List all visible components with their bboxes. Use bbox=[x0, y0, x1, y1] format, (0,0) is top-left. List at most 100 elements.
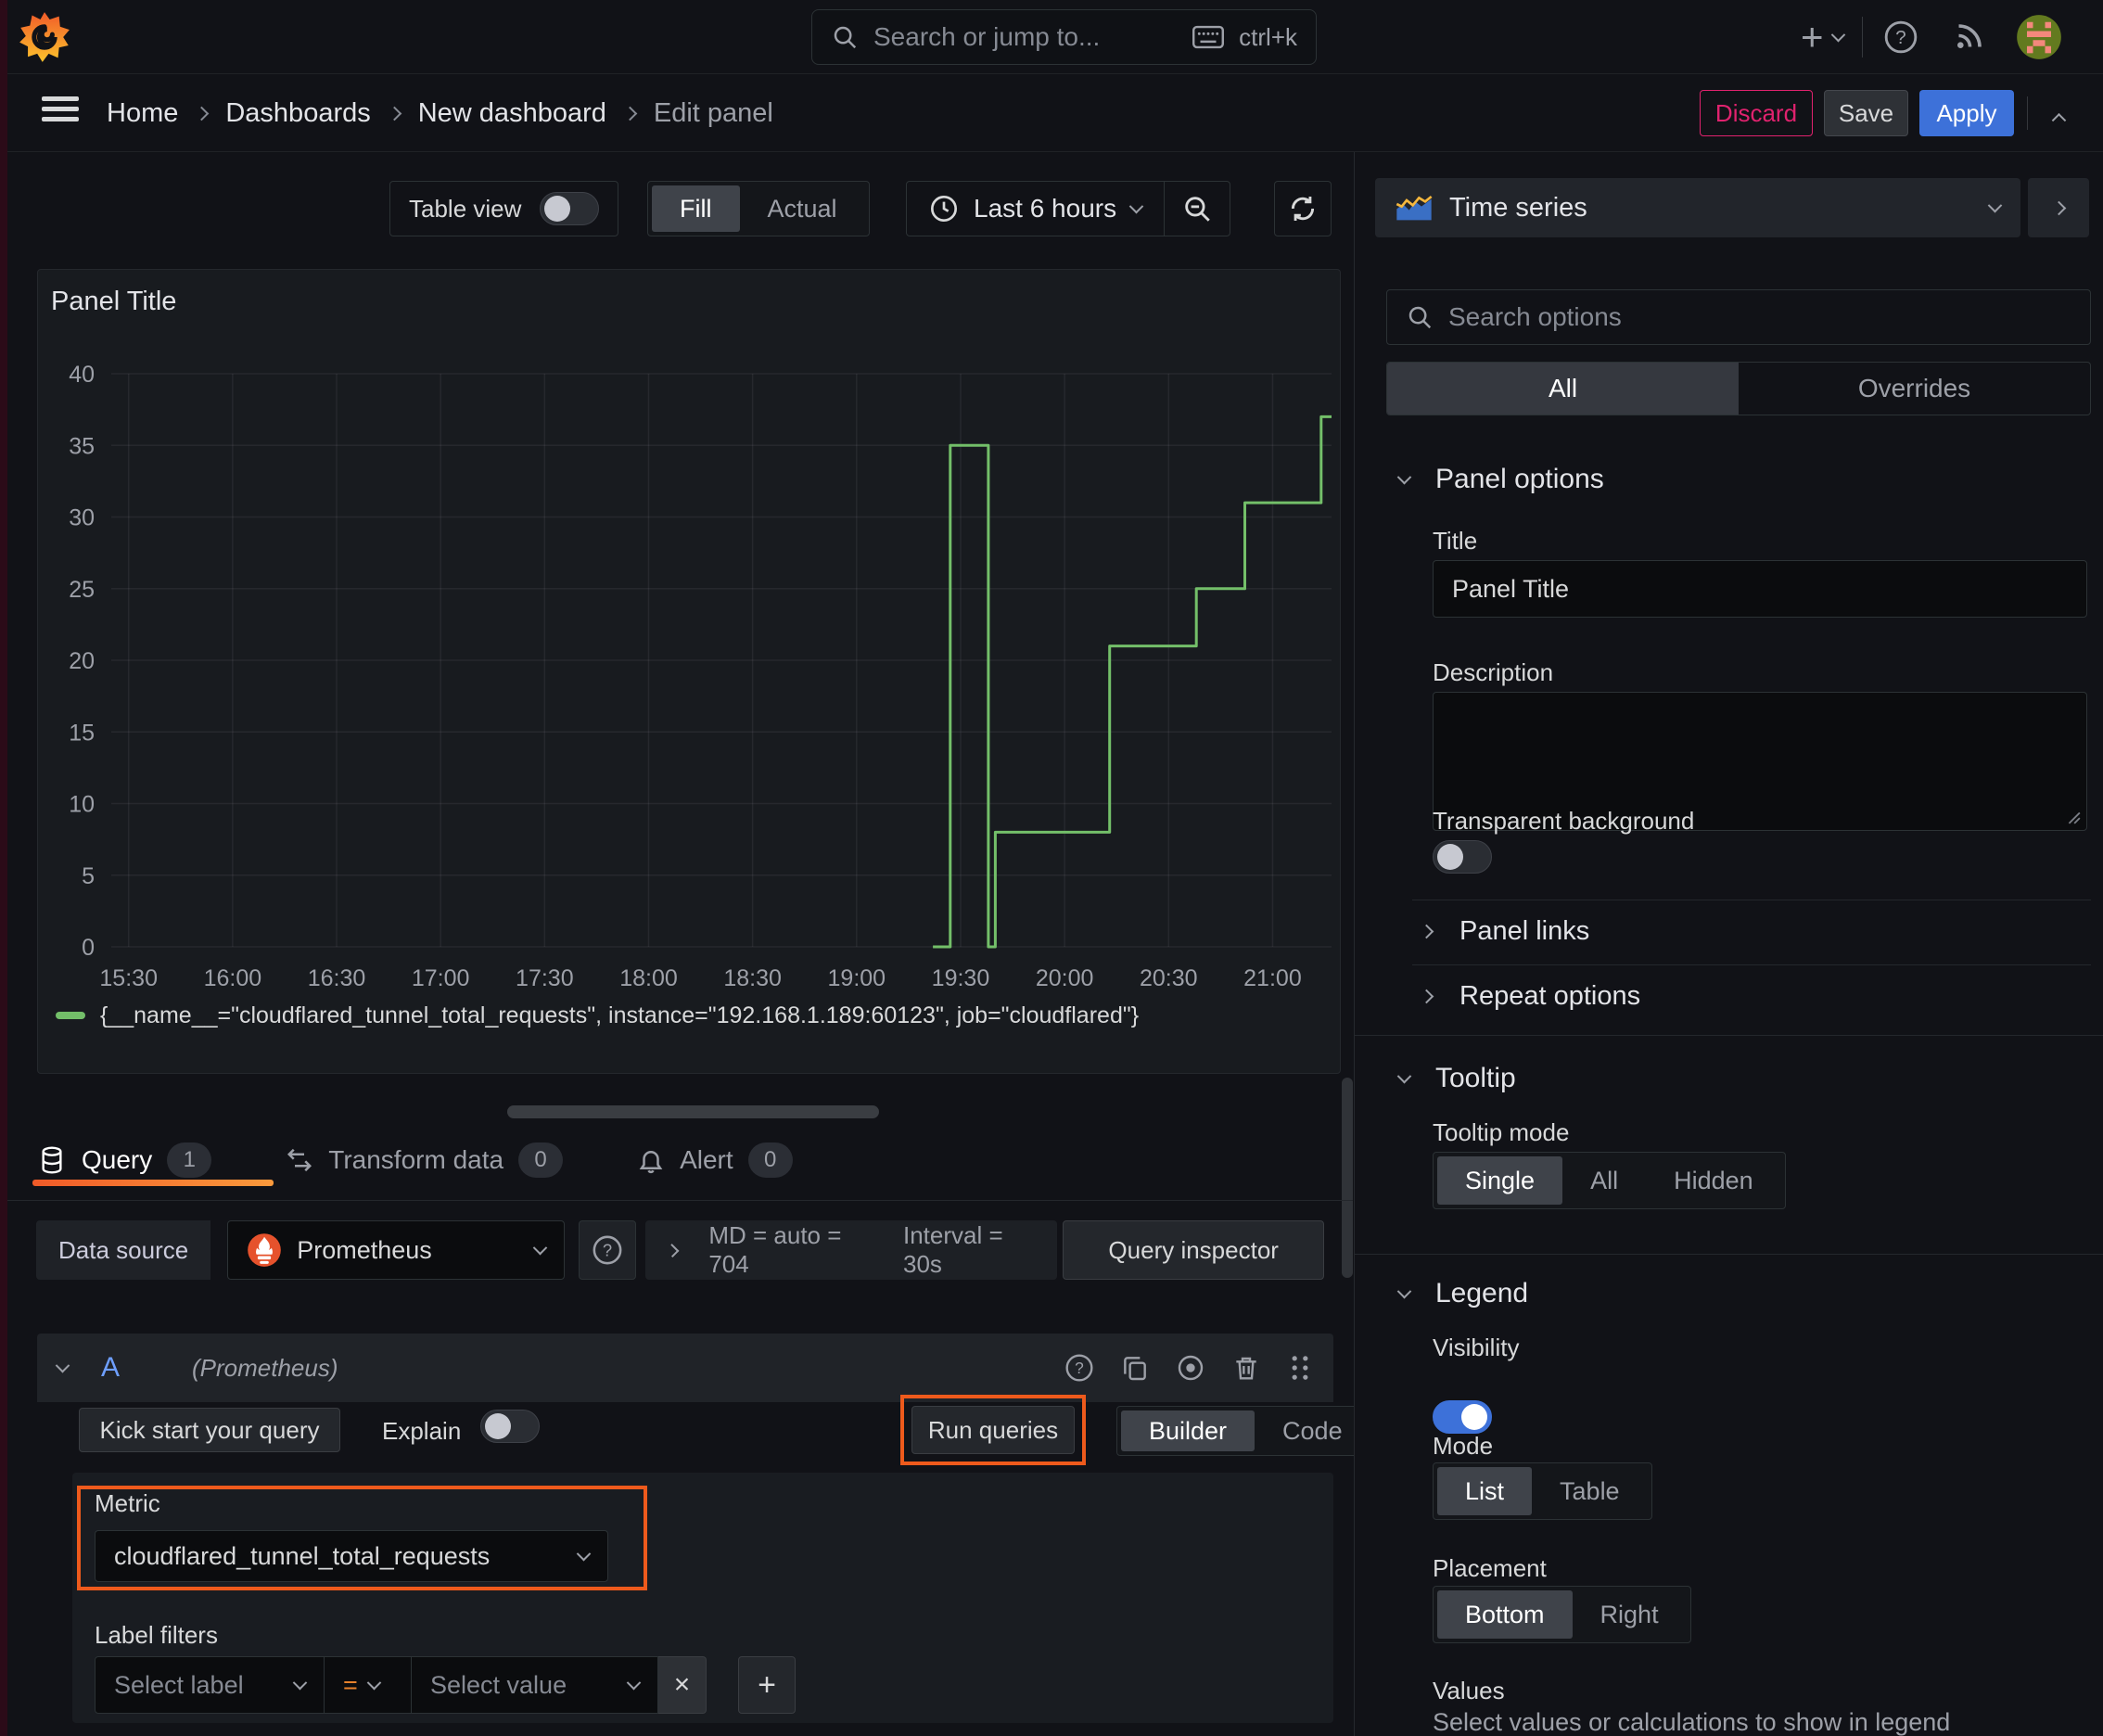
user-avatar[interactable] bbox=[2006, 13, 2072, 61]
tab-transform[interactable]: Transform data 0 bbox=[249, 1142, 600, 1178]
tooltip-hidden-option[interactable]: Hidden bbox=[1646, 1156, 1781, 1205]
alert-count-badge: 0 bbox=[747, 1142, 793, 1178]
actual-option[interactable]: Actual bbox=[740, 185, 865, 232]
legend-visibility-toggle[interactable] bbox=[1433, 1400, 1492, 1434]
legend-list-option[interactable]: List bbox=[1437, 1467, 1533, 1515]
breadcrumb-new-dashboard[interactable]: New dashboard bbox=[418, 98, 606, 129]
refresh-button[interactable] bbox=[1274, 181, 1332, 236]
query-datasource-name: (Prometheus) bbox=[192, 1353, 338, 1382]
placement-bottom-option[interactable]: Bottom bbox=[1437, 1590, 1573, 1639]
zoom-out-button[interactable] bbox=[1165, 182, 1230, 236]
time-range-picker[interactable]: Last 6 hours bbox=[907, 182, 1164, 236]
delete-query-trash-icon[interactable] bbox=[1231, 1353, 1261, 1383]
legend-mode-switch: List Table bbox=[1433, 1462, 1652, 1520]
save-button[interactable]: Save bbox=[1824, 90, 1908, 136]
metric-picker[interactable]: cloudflared_tunnel_total_requests bbox=[95, 1530, 608, 1582]
datasource-picker[interactable]: Prometheus bbox=[227, 1220, 566, 1280]
scrollbar-thumb[interactable] bbox=[1342, 1078, 1353, 1278]
query-count-badge: 1 bbox=[167, 1142, 212, 1178]
panel-title-input[interactable] bbox=[1433, 560, 2087, 618]
fill-option[interactable]: Fill bbox=[652, 185, 740, 232]
chevron-up-icon[interactable] bbox=[2051, 112, 2067, 128]
query-ref-id[interactable]: A bbox=[101, 1352, 120, 1384]
legend-table-option[interactable]: Table bbox=[1532, 1467, 1648, 1515]
tooltip-all-option[interactable]: All bbox=[1562, 1156, 1646, 1205]
apply-button[interactable]: Apply bbox=[1919, 90, 2014, 136]
run-queries-button[interactable]: Run queries bbox=[911, 1406, 1075, 1454]
zoom-out-icon bbox=[1185, 197, 1210, 222]
query-inspector-button[interactable]: Query inspector bbox=[1063, 1220, 1325, 1280]
drag-handle-icon[interactable] bbox=[1287, 1353, 1313, 1383]
select-value-dropdown[interactable]: Select value bbox=[412, 1656, 658, 1714]
rss-icon bbox=[1956, 24, 1982, 48]
query-options-collapse[interactable]: MD = auto = 704 Interval = 30s bbox=[645, 1220, 1058, 1280]
code-option[interactable]: Code bbox=[1255, 1410, 1370, 1451]
search-options-box[interactable]: Search options bbox=[1386, 289, 2091, 345]
discard-button[interactable]: Discard bbox=[1700, 90, 1813, 136]
datasource-help-button[interactable]: ? bbox=[579, 1220, 637, 1280]
legend-header[interactable]: Legend bbox=[1396, 1278, 1528, 1309]
collapse-query-icon[interactable] bbox=[55, 1358, 70, 1372]
panel-preview: Panel Title 0 5 10 15 20 25 30 35 40 15:30 16:00 16… bbox=[37, 269, 1341, 1074]
panel-title-field[interactable] bbox=[1433, 560, 2087, 618]
remove-filter-button[interactable]: × bbox=[658, 1656, 707, 1714]
transparent-bg-toggle[interactable] bbox=[1433, 840, 1492, 874]
panel-links-section[interactable]: Panel links bbox=[1419, 916, 1590, 947]
timeseries-chart[interactable]: 0 5 10 15 20 25 30 35 40 15:30 16:00 16:30 17:00 17:3… bbox=[38, 270, 1340, 1073]
metric-label: Metric bbox=[95, 1489, 160, 1517]
chevron-right-icon bbox=[665, 1243, 680, 1257]
transparent-bg-label: Transparent background bbox=[1433, 807, 1695, 835]
visualization-name: Time series bbox=[1449, 192, 1587, 223]
breadcrumb-dashboards[interactable]: Dashboards bbox=[225, 98, 370, 129]
tooltip-single-option[interactable]: Single bbox=[1437, 1156, 1563, 1205]
search-options-placeholder: Search options bbox=[1448, 302, 1622, 331]
grafana-logo[interactable] bbox=[19, 11, 70, 63]
add-filter-button[interactable]: + bbox=[738, 1656, 796, 1714]
breadcrumb-home[interactable]: Home bbox=[107, 98, 178, 129]
help-button[interactable]: ? bbox=[1870, 19, 1931, 55]
resize-handle-icon[interactable] bbox=[2066, 810, 2081, 824]
query-options-stats: MD = auto = 704 bbox=[708, 1221, 842, 1278]
table-view-toggle[interactable] bbox=[540, 192, 600, 225]
tab-query[interactable]: Query 1 bbox=[37, 1142, 249, 1178]
tab-alert[interactable]: Alert 0 bbox=[600, 1142, 830, 1178]
query-help-icon[interactable]: ? bbox=[1064, 1353, 1094, 1383]
repeat-options-section[interactable]: Repeat options bbox=[1419, 981, 1640, 1012]
global-search[interactable]: Search or jump to... ctrl+k bbox=[811, 9, 1317, 65]
datasource-label: Data source bbox=[36, 1220, 211, 1280]
section-divider bbox=[1355, 1254, 2103, 1255]
tooltip-header[interactable]: Tooltip bbox=[1396, 1063, 1516, 1094]
legend-mode-label: Mode bbox=[1433, 1432, 1494, 1460]
refresh-icon bbox=[1291, 196, 1315, 222]
divider bbox=[0, 1200, 1353, 1201]
select-label-dropdown[interactable]: Select label bbox=[95, 1656, 325, 1714]
builder-option[interactable]: Builder bbox=[1121, 1410, 1255, 1451]
fill-actual-switch: Fill Actual bbox=[647, 181, 870, 236]
chart-legend[interactable]: {__name__="cloudflared_tunnel_total_requ… bbox=[56, 999, 1139, 1032]
svg-text:19:30: 19:30 bbox=[932, 965, 990, 991]
visualization-picker[interactable]: Time series bbox=[1375, 178, 2020, 237]
menu-icon[interactable] bbox=[42, 91, 79, 127]
search-icon bbox=[834, 26, 857, 49]
placement-right-option[interactable]: Right bbox=[1573, 1590, 1687, 1639]
time-controls: Last 6 hours bbox=[906, 181, 1231, 236]
svg-text:20:30: 20:30 bbox=[1140, 965, 1198, 991]
tab-all[interactable]: All bbox=[1387, 363, 1739, 415]
kickstart-query-button[interactable]: Kick start your query bbox=[79, 1408, 340, 1452]
add-new-button[interactable]: + bbox=[1790, 18, 1854, 57]
pane-resize-handle[interactable] bbox=[507, 1105, 879, 1118]
transform-icon bbox=[287, 1148, 312, 1172]
news-button[interactable] bbox=[1939, 20, 1998, 54]
panel-options-header[interactable]: Panel options bbox=[1396, 464, 1604, 495]
legend-series-label[interactable]: {__name__="cloudflared_tunnel_total_requ… bbox=[100, 1002, 1139, 1029]
tab-overrides[interactable]: Overrides bbox=[1739, 363, 2090, 415]
operator-dropdown[interactable]: = bbox=[325, 1656, 412, 1714]
duplicate-query-icon[interactable] bbox=[1120, 1353, 1150, 1383]
explain-label: Explain bbox=[382, 1417, 462, 1445]
panel-links-heading: Panel links bbox=[1459, 916, 1590, 946]
explain-toggle[interactable] bbox=[480, 1410, 540, 1443]
disable-query-eye-icon[interactable] bbox=[1176, 1353, 1205, 1383]
svg-text:18:00: 18:00 bbox=[619, 965, 678, 991]
collapse-sidebar-button[interactable] bbox=[2028, 178, 2089, 237]
table-view-label: Table view bbox=[409, 194, 522, 223]
